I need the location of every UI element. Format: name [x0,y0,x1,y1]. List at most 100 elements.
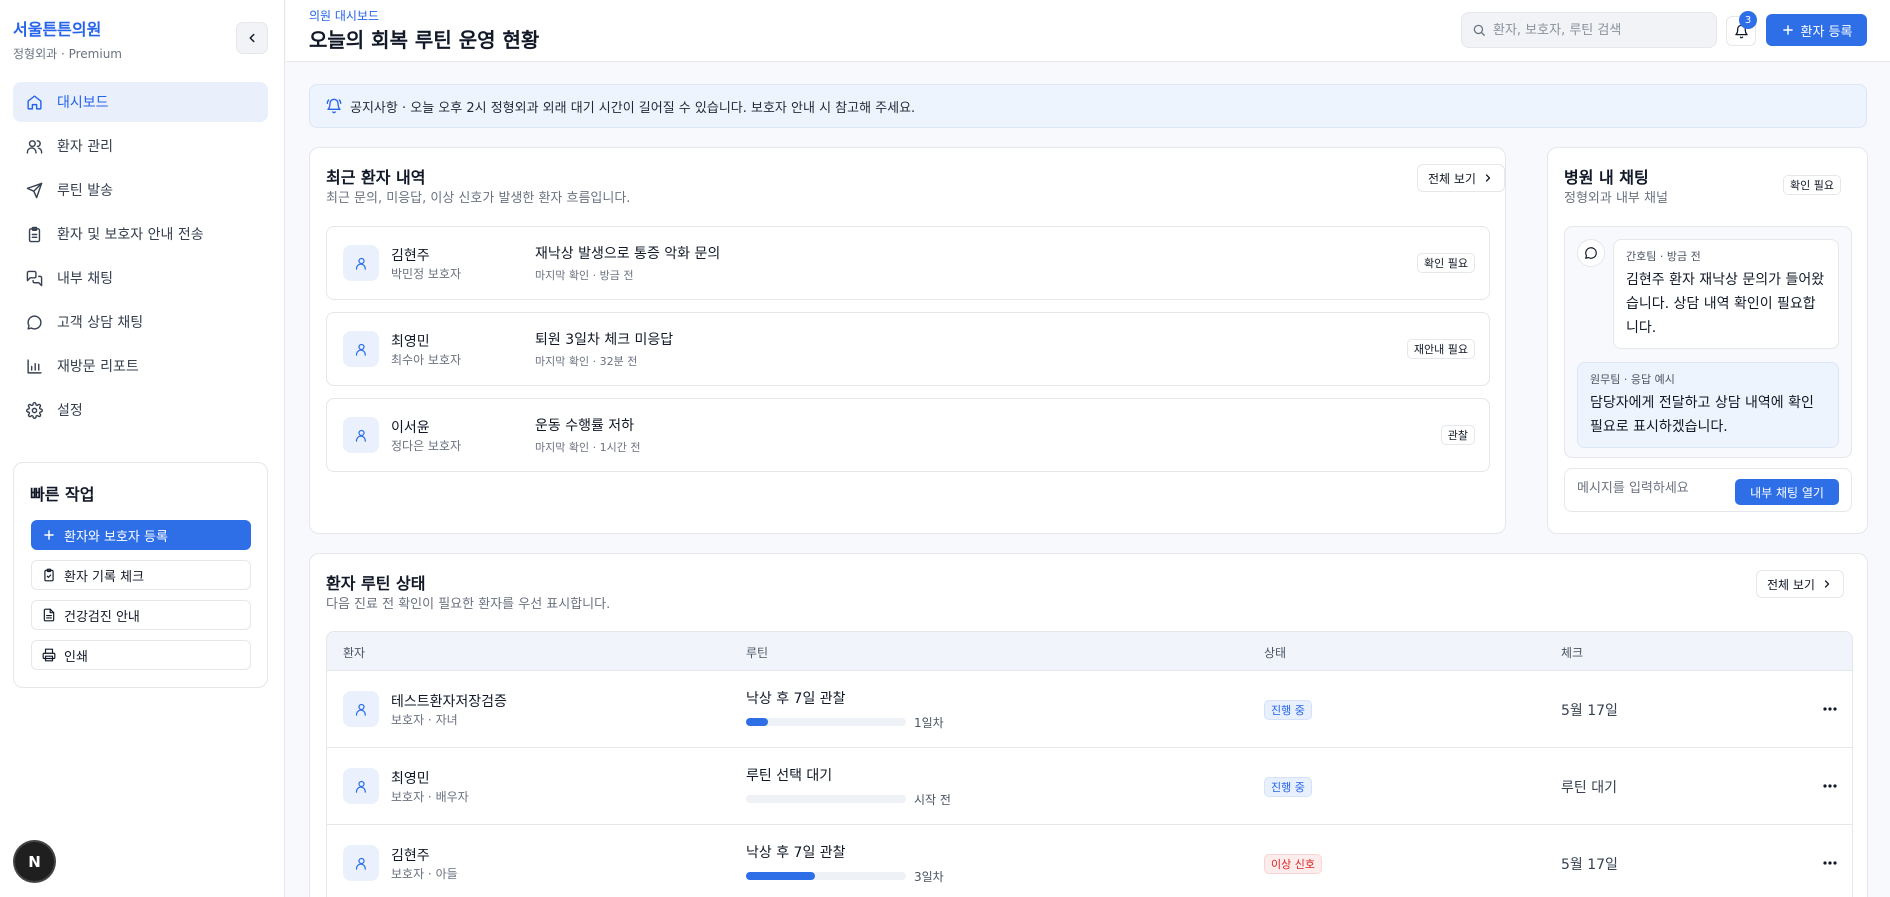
top-header: 의원 대시보드 오늘의 회복 루틴 운영 현황 3 환자 등록 [286,0,1890,62]
register-patient-guardian-button[interactable]: 환자와 보호자 등록 [31,520,251,550]
routine-title: 환자 루틴 상태 [326,574,426,593]
quick-actions-title: 빠른 작업 [30,485,95,504]
sidebar-item-customer-chat[interactable]: 고객 상담 채팅 [13,302,268,342]
more-icon[interactable] [1818,851,1842,875]
routine-progress-bar [746,795,906,803]
patient-name: 테스트환자저장검증 [391,694,507,710]
routine-status-card: 환자 루틴 상태 다음 진료 전 확인이 필요한 환자를 우선 표시합니다. 전… [309,553,1868,897]
sidebar-item-label: 설정 [57,403,83,419]
chat-message-input[interactable] [1577,481,1727,496]
sidebar-item-label: 내부 채팅 [57,271,113,287]
column-header-routine[interactable]: 루틴 [746,644,768,661]
progress-label: 3일차 [914,870,944,884]
more-icon[interactable] [1818,774,1842,798]
routine-view-all-button[interactable]: 전체 보기 [1756,570,1844,598]
recent-patient-row[interactable]: 김현주 박민정 보호자 재낙상 발생으로 통증 악화 문의 마지막 확인 · 방… [326,226,1490,300]
breadcrumb[interactable]: 의원 대시보드 [309,7,379,24]
routine-subtitle: 다음 진료 전 확인이 필요한 환자를 우선 표시합니다. [326,597,611,612]
bar-chart-icon [27,358,42,374]
sidebar: 서울튼튼의원 정형외과 · Premium 대시보드 환자 관리 루틴 발송 환… [0,0,285,897]
chat-status-badge: 확인 필요 [1783,175,1841,195]
home-icon [27,94,42,110]
status-badge: 진행 중 [1264,777,1312,797]
progress-label: 시작 전 [914,793,951,807]
issue-meta: 마지막 확인 · 방금 전 [535,269,634,282]
recent-patients-card: 최근 환자 내역 최근 문의, 미응답, 이상 신호가 발생한 환자 흐름입니다… [309,147,1506,534]
search-box[interactable] [1461,12,1717,48]
check-date: 5월 17일 [1561,703,1618,719]
health-checkup-guide-button[interactable]: 건강검진 안내 [31,600,251,630]
button-label: 전체 보기 [1428,171,1476,186]
routine-name: 루틴 선택 대기 [746,768,833,784]
column-header-patient[interactable]: 환자 [343,644,365,661]
status-badge: 진행 중 [1264,700,1312,720]
notification-count-badge: 3 [1739,11,1757,29]
table-row[interactable]: 최영민 보호자 · 배우자 루틴 선택 대기 시작 전 진행 중 루틴 대기 [326,748,1853,825]
sidebar-item-revisit-report[interactable]: 재방문 리포트 [13,346,268,386]
patient-name: 김현주 [391,848,430,864]
patient-relation: 보호자 · 배우자 [391,790,469,804]
button-label: 인쇄 [64,649,88,665]
sidebar-item-settings[interactable]: 설정 [13,390,268,430]
brand: 서울튼튼의원 정형외과 · Premium [13,16,122,62]
issue-title: 퇴원 3일차 체크 미응답 [535,332,674,348]
recent-patient-row[interactable]: 최영민 최수아 보호자 퇴원 3일차 체크 미응답 마지막 확인 · 32분 전… [326,312,1490,386]
avatar [343,691,379,727]
issue-meta: 마지막 확인 · 32분 전 [535,355,638,368]
patient-record-check-button[interactable]: 환자 기록 체크 [31,560,251,590]
avatar [343,245,379,281]
printer-icon [42,648,56,662]
status-badge: 확인 필요 [1417,253,1475,273]
table-row[interactable]: 김현주 보호자 · 아들 낙상 후 7일 관찰 3일차 이상 신호 5월 17일 [326,825,1853,897]
patient-relation: 보호자 · 아들 [391,867,458,881]
chat-icon [26,270,43,286]
dev-tools-badge[interactable]: N [15,842,54,881]
sidebar-item-label: 환자 관리 [57,139,113,155]
notice-banner: 공지사항 · 오늘 오후 2시 정형외과 외래 대기 시간이 길어질 수 있습니… [309,84,1867,128]
clipboard-icon [28,226,41,242]
chat-message: 간호팀 · 방금 전 김현주 환자 재낙상 문의가 들어왔습니다. 상담 내역 … [1613,239,1839,349]
notice-text: 공지사항 · 오늘 오후 2시 정형외과 외래 대기 시간이 길어질 수 있습니… [350,100,916,116]
chat-input-box[interactable]: 내부 채팅 열기 [1564,468,1852,512]
sidebar-item-label: 루틴 발송 [57,183,113,199]
print-button[interactable]: 인쇄 [31,640,251,670]
open-internal-chat-button[interactable]: 내부 채팅 열기 [1735,479,1839,505]
routine-name: 낙상 후 7일 관찰 [746,691,846,707]
progress-label: 1일차 [914,716,944,730]
recent-view-all-button[interactable]: 전체 보기 [1417,164,1505,192]
sidebar-item-internal-chat[interactable]: 내부 채팅 [13,258,268,298]
search-input[interactable] [1493,22,1713,38]
chevron-right-icon [1485,174,1491,182]
patient-name: 최영민 [391,334,430,350]
sidebar-item-patients[interactable]: 환자 관리 [13,126,268,166]
avatar [343,768,379,804]
guardian-name: 정다은 보호자 [391,439,462,453]
routine-progress-bar [746,872,906,880]
sidebar-item-guide-send[interactable]: 환자 및 보호자 안내 전송 [13,214,268,254]
sidebar-nav: 대시보드 환자 관리 루틴 발송 환자 및 보호자 안내 전송 내부 채팅 고객… [13,82,268,434]
table-row[interactable]: 테스트환자저장검증 보호자 · 자녀 낙상 후 7일 관찰 1일차 진행 중 5… [326,671,1853,748]
collapse-sidebar-button[interactable] [236,22,268,54]
more-icon[interactable] [1818,697,1842,721]
send-icon [26,182,43,198]
user-icon [355,703,366,716]
clipboard-check-icon [44,568,54,582]
issue-title: 운동 수행률 저하 [535,418,635,434]
column-header-status[interactable]: 상태 [1264,644,1286,661]
status-badge: 이상 신호 [1264,854,1322,874]
column-header-check[interactable]: 체크 [1561,644,1583,661]
sidebar-item-label: 환자 및 보호자 안내 전송 [57,227,204,243]
plus-icon [44,530,54,540]
clinic-plan: 정형외과 · Premium [13,47,123,61]
gear-icon [26,401,43,419]
status-badge: 재안내 필요 [1406,339,1475,359]
add-patient-button[interactable]: 환자 등록 [1766,14,1867,46]
button-label: 전체 보기 [1767,577,1815,592]
user-icon [355,780,366,793]
sidebar-item-dashboard[interactable]: 대시보드 [13,82,268,122]
user-icon [355,857,366,870]
check-date: 5월 17일 [1561,857,1618,873]
recent-patient-row[interactable]: 이서윤 정다은 보호자 운동 수행률 저하 마지막 확인 · 1시간 전 관찰 [326,398,1490,472]
chat-messages: 간호팀 · 방금 전 김현주 환자 재낙상 문의가 들어왔습니다. 상담 내역 … [1564,226,1852,458]
sidebar-item-routine-send[interactable]: 루틴 발송 [13,170,268,210]
